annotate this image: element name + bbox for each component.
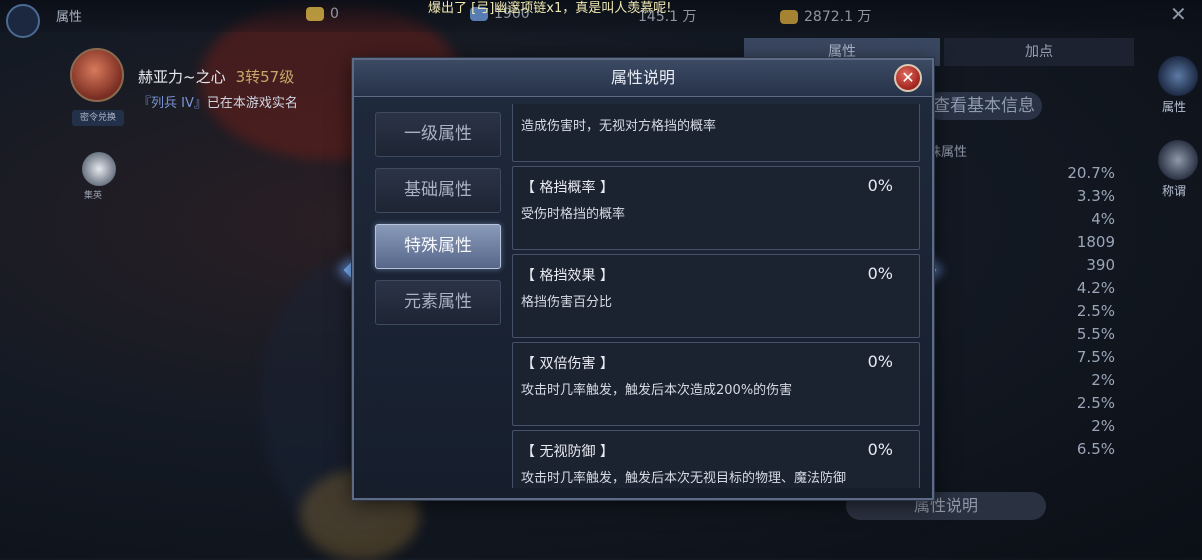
attribute-card: 【 格挡概率 】 0% 受伤时格挡的概率 <box>512 166 920 250</box>
attribute-logo-icon <box>6 4 40 38</box>
attribute-explanation-dialog: 属性说明 ✕ 一级属性 基础属性 特殊属性 元素属性 造成伤害时，无视对方格挡的… <box>352 58 934 500</box>
attribute-card: 【 无视防御 】 0% 攻击时几率触发，触发后本次无视目标的物理、魔法防御 <box>512 430 920 488</box>
attribute-desc: 受伤时格挡的概率 <box>521 207 626 222</box>
view-basic-info-button[interactable]: 查看基本信息 <box>926 92 1042 120</box>
attribute-desc: 格挡伤害百分比 <box>521 295 613 310</box>
attribute-name: 【 无视防御 】 <box>521 444 614 460</box>
attribute-value: 0% <box>867 352 893 371</box>
top-bar-title: 属性 <box>56 10 83 25</box>
redeem-badge[interactable]: 密令兑换 <box>72 110 124 126</box>
player-level: 3转57级 <box>235 68 295 86</box>
attribute-value: 2.5% <box>1076 302 1115 320</box>
tab-element-attributes[interactable]: 元素属性 <box>375 280 501 325</box>
tab-primary-attributes[interactable]: 一级属性 <box>375 112 501 157</box>
attribute-value: 3.3% <box>1076 187 1115 205</box>
currency-gem: 0 <box>306 6 339 22</box>
attribute-name: 【 双倍伤害 】 <box>521 356 614 372</box>
attribute-value: 5.5% <box>1076 325 1115 343</box>
attribute-value: 2% <box>1091 371 1115 389</box>
attribute-value: 7.5% <box>1076 348 1115 366</box>
side-nav-attributes-label: 属性 <box>1162 100 1187 114</box>
currency-gem-value: 0 <box>330 6 339 22</box>
close-icon[interactable]: ✕ <box>1170 2 1187 26</box>
tab-special-attributes[interactable]: 特殊属性 <box>375 224 501 269</box>
dialog-title: 属性说明 <box>610 68 675 87</box>
attribute-value: 0% <box>867 440 893 459</box>
player-title-line: 『列兵 IV』已在本游戏实名 <box>138 92 298 111</box>
attribute-value: 6.5% <box>1076 440 1115 458</box>
rank-tag: 『列兵 IV』 <box>138 96 207 111</box>
attribute-value: 20.7% <box>1067 164 1115 182</box>
attribute-card: 【 双倍伤害 】 0% 攻击时几率触发，触发后本次造成200%的伤害 <box>512 342 920 426</box>
dialog-header: 属性说明 ✕ <box>354 60 932 97</box>
attribute-desc: 攻击时几率触发，触发后本次造成200%的伤害 <box>521 383 793 398</box>
title-crest-icon[interactable] <box>1158 140 1198 180</box>
avatar[interactable] <box>70 48 124 102</box>
attribute-value: 1809 <box>1076 233 1115 251</box>
currency-gold: 2872.1 万 <box>780 6 871 26</box>
attribute-value: 390 <box>1086 256 1115 274</box>
attribute-desc: 攻击时几率触发，触发后本次无视目标的物理、魔法防御 <box>521 471 847 486</box>
attribute-icon[interactable] <box>1158 56 1198 96</box>
currency-gold-value: 2872.1 万 <box>804 9 872 25</box>
attribute-value: 2% <box>1091 417 1115 435</box>
attribute-list[interactable]: 造成伤害时，无视对方格挡的概率 【 格挡概率 】 0% 受伤时格挡的概率 【 格… <box>512 104 920 488</box>
attribute-value: 0% <box>867 264 893 283</box>
player-name: 赫亚力~之心 <box>138 68 226 86</box>
attribute-value: 4% <box>1091 210 1115 228</box>
attribute-name: 【 格挡概率 】 <box>521 180 614 196</box>
attribute-card: 【 格挡效果 】 0% 格挡伤害百分比 <box>512 254 920 338</box>
gold-icon <box>780 10 798 24</box>
player-name-line: 赫亚力~之心 3转57级 <box>138 66 294 87</box>
player-title-text: 已在本游戏实名 <box>206 96 298 111</box>
gem-icon <box>306 7 324 21</box>
reward-icon[interactable] <box>82 152 116 186</box>
top-bar: 属性 0 1900 145.1 万 2872.1 万 爆出了 [弓]幽邃项链x1… <box>0 0 1202 38</box>
attribute-value-list: 20.7% 3.3% 4% 1809 390 4.2% 2.5% 5.5% 7.… <box>1020 162 1115 461</box>
side-nav-title-label: 称谓 <box>1162 184 1187 198</box>
tab-add-points[interactable]: 加点 <box>944 38 1134 66</box>
reward-label: 集英 <box>84 191 103 201</box>
attribute-desc: 造成伤害时，无视对方格挡的概率 <box>521 119 717 134</box>
tab-basic-attributes[interactable]: 基础属性 <box>375 168 501 213</box>
attribute-value: 4.2% <box>1076 279 1115 297</box>
attribute-value: 2.5% <box>1076 394 1115 412</box>
broadcast-message: 爆出了 [弓]幽邃项链x1，真是叫人羡慕呢! <box>428 1 672 16</box>
close-icon: ✕ <box>901 68 915 87</box>
attribute-value: 0% <box>867 176 893 195</box>
close-button[interactable]: ✕ <box>894 64 922 92</box>
attribute-name: 【 格挡效果 】 <box>521 268 614 284</box>
attribute-card-partial: 造成伤害时，无视对方格挡的概率 <box>512 104 920 162</box>
